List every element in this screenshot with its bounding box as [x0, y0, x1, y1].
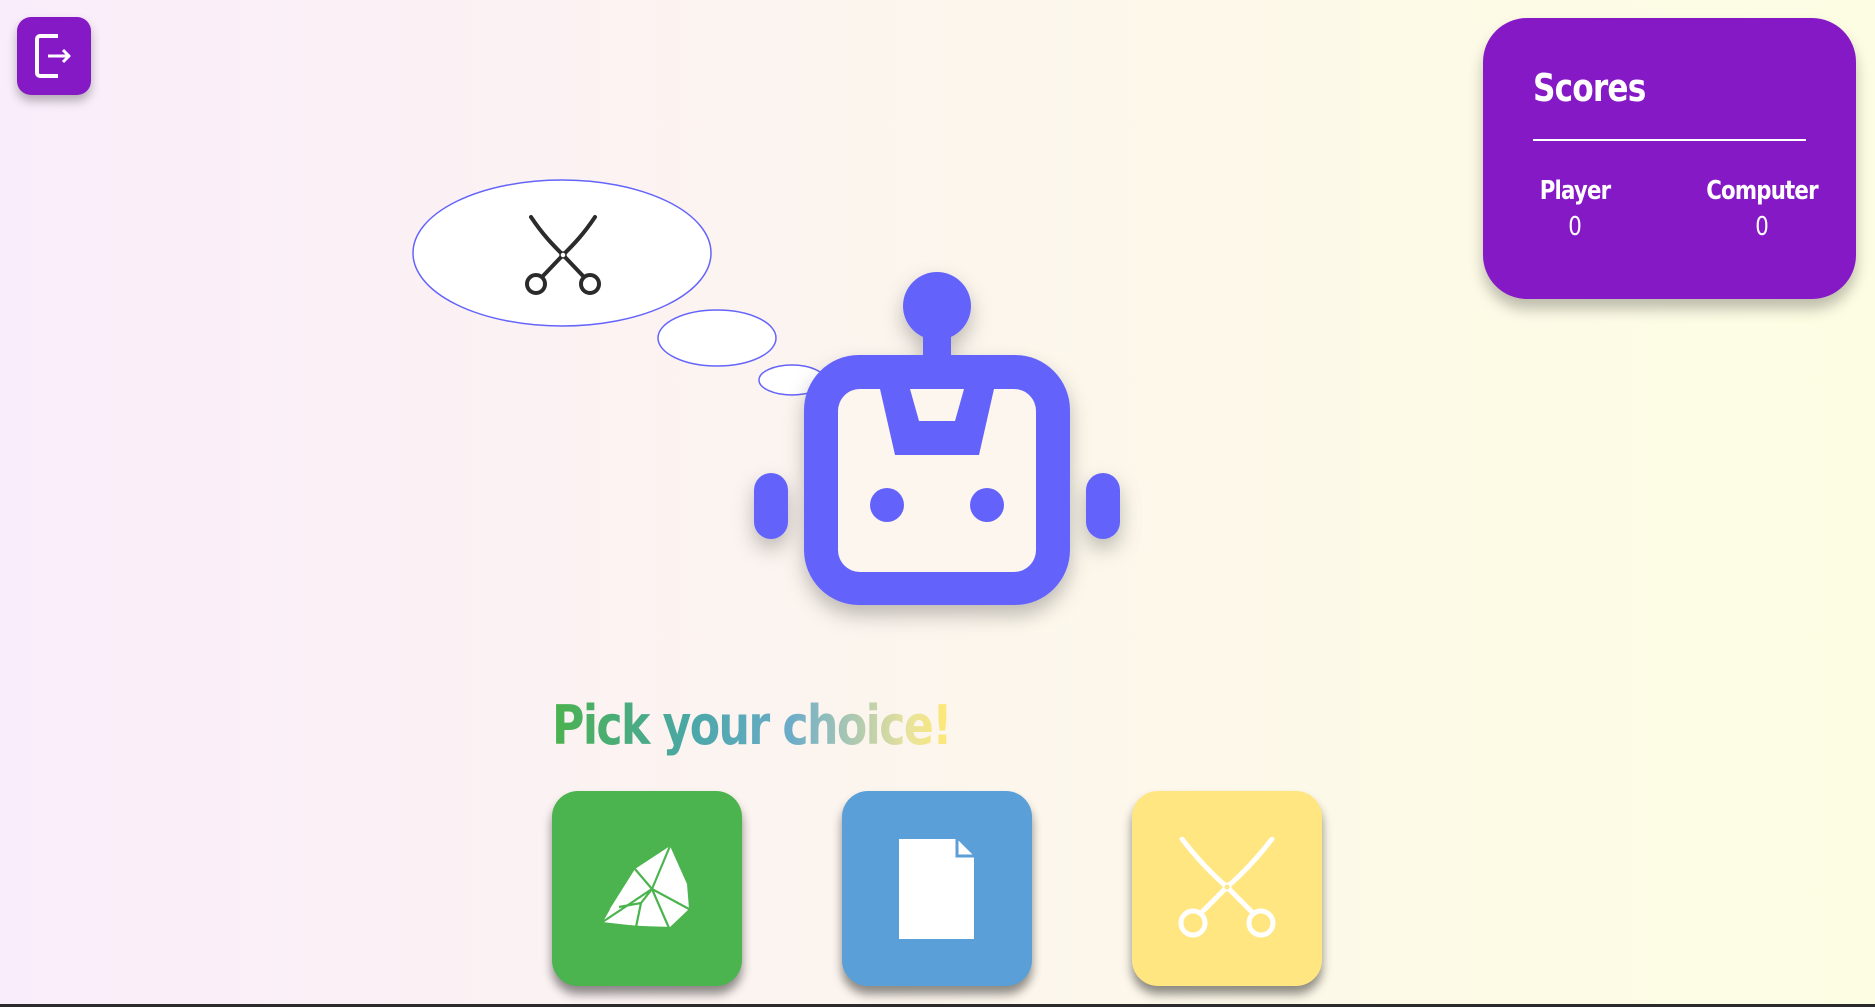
logout-icon [35, 34, 71, 78]
scissors-button[interactable] [1132, 791, 1322, 986]
scissors-icon [1178, 836, 1276, 937]
player-score: Player 0 [1505, 176, 1645, 242]
computer-score-value: 0 [1755, 212, 1769, 242]
player-score-value: 0 [1568, 212, 1582, 242]
paper-icon [899, 838, 974, 939]
scissors-icon [525, 215, 601, 295]
computer-score: Computer 0 [1692, 176, 1832, 242]
scores-divider [1533, 139, 1806, 141]
rock-button[interactable] [552, 791, 742, 986]
thought-bubble [412, 179, 826, 396]
rock-icon [600, 845, 690, 929]
pick-prompt: Pick your choice! [552, 694, 952, 757]
player-score-label: Player [1539, 176, 1611, 206]
robot-icon [754, 272, 1120, 605]
computer-score-label: Computer [1706, 176, 1818, 206]
scores-title: Scores [1533, 66, 1646, 110]
scores-panel: Scores Player 0 Computer 0 [1483, 18, 1856, 299]
exit-button[interactable] [17, 17, 91, 95]
paper-button[interactable] [842, 791, 1032, 986]
